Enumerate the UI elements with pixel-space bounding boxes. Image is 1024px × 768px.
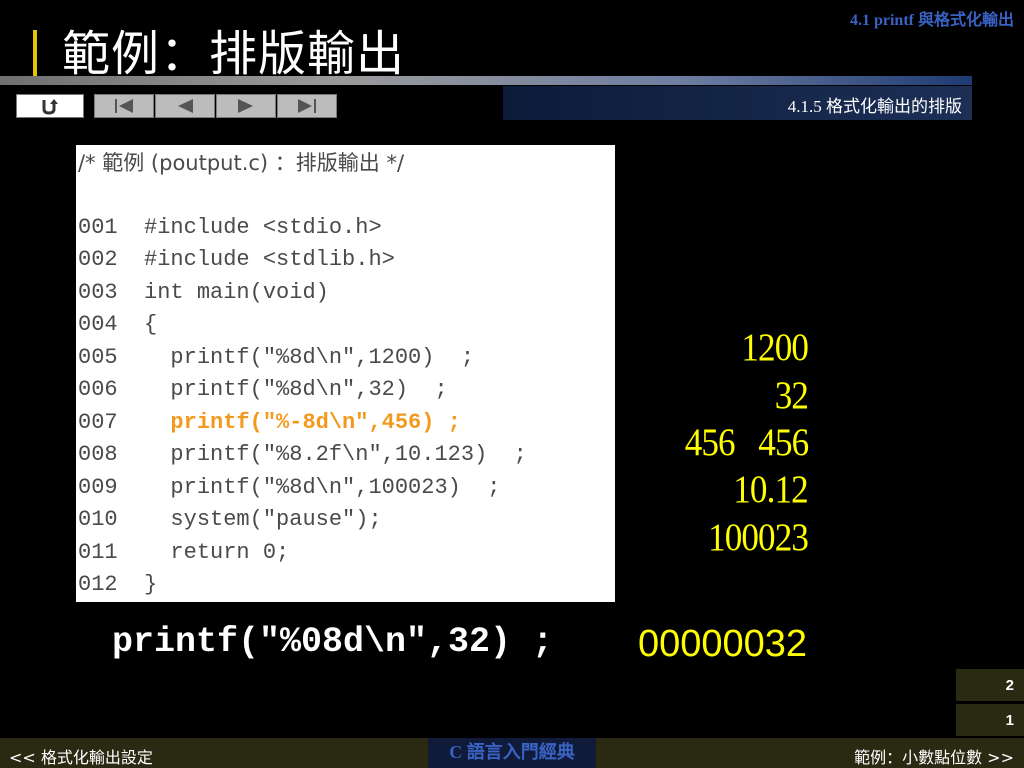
code-line-highlighted: 007 printf("%-8d\n",456) ; <box>78 410 461 435</box>
nav-toolbar <box>16 94 338 119</box>
code-line: 004 { <box>78 312 158 337</box>
code-line: 009 printf("%8d\n",100023) ; <box>78 475 501 500</box>
example-code: printf("%08d\n",32) ; <box>112 622 554 662</box>
code-line: 005 printf("%8d\n",1200) ; <box>78 345 475 370</box>
first-slide-button[interactable] <box>94 94 154 118</box>
book-title: C 語言入門經典 <box>428 738 596 768</box>
code-line: 006 printf("%8d\n",32) ; <box>78 377 448 402</box>
code-line: 003 int main(void) <box>78 280 329 305</box>
subsection-title: 4.1.5 格式化輸出的排版 <box>787 97 962 116</box>
previous-slide-button[interactable] <box>155 94 215 118</box>
code-line: 002 #include <stdlib.h> <box>78 247 395 272</box>
next-topic-link[interactable]: 範例：小數點位數 >> <box>854 744 1014 768</box>
output-line: 32 <box>774 374 809 417</box>
footer-bar: << 格式化輸出設定 C 語言入門經典 範例：小數點位數 >> <box>0 738 1024 768</box>
page-number-button[interactable]: 2 <box>956 669 1024 701</box>
previous-icon <box>178 99 193 113</box>
return-button[interactable] <box>16 94 84 118</box>
code-line: 012 } <box>78 572 158 597</box>
output-line: 1200 <box>741 326 808 369</box>
code-line: 001 #include <stdio.h> <box>78 215 382 240</box>
page-number-button[interactable]: 1 <box>956 704 1024 736</box>
previous-topic-link[interactable]: << 格式化輸出設定 <box>9 744 153 768</box>
title-underline <box>0 76 972 85</box>
code-line: 011 return 0; <box>78 540 290 565</box>
example-result: 00000032 <box>638 623 808 665</box>
output-line: 100023 <box>708 516 809 559</box>
output-line: 10.12 <box>733 468 809 511</box>
next-icon <box>238 99 253 113</box>
subsection-banner: 4.1.5 格式化輸出的排版 <box>503 86 972 120</box>
next-slide-button[interactable] <box>216 94 276 118</box>
first-icon <box>115 99 133 113</box>
return-icon <box>42 99 58 115</box>
code-line: 010 system("pause"); <box>78 507 382 532</box>
last-slide-button[interactable] <box>277 94 337 118</box>
chapter-label: 4.1 printf 與格式化輸出 <box>849 12 1014 29</box>
title-accent-bar <box>33 30 37 78</box>
code-listing: /* 範例 (poutput.c) ：排版輸出 */ 001 #include … <box>76 145 615 602</box>
code-line: 008 printf("%8.2f\n",10.123) ; <box>78 442 527 467</box>
code-comment: /* 範例 (poutput.c) ：排版輸出 */ <box>78 151 405 175</box>
output-line: 456 456 <box>684 421 808 464</box>
last-icon <box>298 99 316 113</box>
page-title: 範例：排版輸出 <box>62 26 406 82</box>
